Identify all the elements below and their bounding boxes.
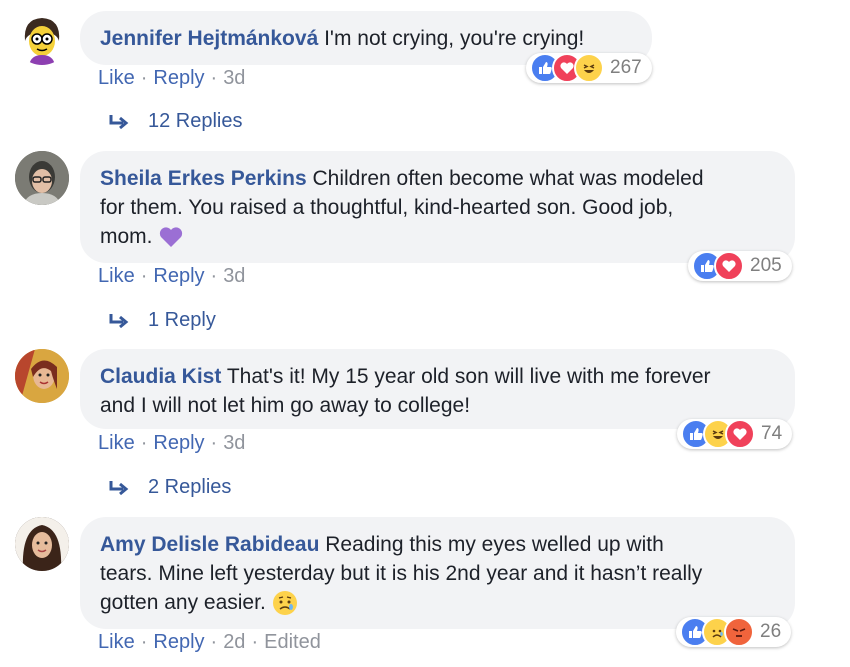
separator: · [210, 631, 218, 653]
reaction-count: 267 [610, 57, 642, 78]
reactions-summary[interactable]: 267 [526, 53, 652, 83]
author-name[interactable]: Jennifer Hejtmánková [100, 27, 318, 50]
author-name[interactable]: Amy Delisle Rabideau [100, 533, 319, 556]
comment-actions: Like · Reply · 2d · Edited [98, 631, 321, 654]
angry-icon [724, 617, 754, 647]
comment-text: Children often become what was modeled [312, 167, 704, 190]
reactions-summary[interactable]: 74 [677, 419, 793, 449]
replies-count-label[interactable]: 12 Replies [148, 110, 243, 133]
timestamp[interactable]: 2d [223, 631, 245, 653]
reactions-summary[interactable]: 26 [676, 617, 792, 647]
separator: · [210, 432, 218, 454]
edited-label[interactable]: Edited [264, 631, 321, 653]
like-button[interactable]: Like [98, 631, 135, 653]
separator: · [210, 67, 218, 89]
avatar[interactable] [15, 151, 69, 205]
view-replies-link[interactable]: 1 Reply [108, 309, 216, 332]
comment-text: and I will not let him go away to colleg… [100, 394, 471, 417]
comment-text: Reading this my eyes welled up with [325, 533, 664, 556]
avatar[interactable] [15, 349, 69, 403]
comment-text: gotten any easier. [100, 591, 266, 614]
avatar-cartoon-icon [15, 11, 69, 65]
reaction-count: 74 [761, 423, 783, 444]
like-button[interactable]: Like [98, 67, 135, 89]
separator: · [251, 631, 259, 653]
reply-button[interactable]: Reply [153, 432, 204, 454]
comment-bubble: Claudia Kist That's it! My 15 year old s… [80, 349, 795, 429]
sad-face-icon [272, 591, 297, 616]
reply-button[interactable]: Reply [153, 67, 204, 89]
haha-icon [574, 53, 604, 83]
like-button[interactable]: Like [98, 265, 135, 287]
avatar-photo-icon [15, 151, 69, 205]
comment-text: I'm not crying, you're crying! [324, 27, 585, 50]
comment-bubble: Amy Delisle Rabideau Reading this my eye… [80, 517, 795, 629]
comment-actions: Like · Reply · 3d [98, 265, 245, 288]
comment-text: tears. Mine left yesterday but it is his… [100, 562, 703, 585]
comment-bubble: Sheila Erkes Perkins Children often beco… [80, 151, 795, 263]
replies-count-label[interactable]: 2 Replies [148, 476, 231, 499]
reaction-count: 205 [750, 255, 782, 276]
author-name[interactable]: Sheila Erkes Perkins [100, 167, 307, 190]
avatar-photo-icon [15, 517, 69, 571]
separator: · [140, 67, 148, 89]
love-icon [714, 251, 744, 281]
view-replies-link[interactable]: 2 Replies [108, 476, 231, 499]
timestamp[interactable]: 3d [223, 265, 245, 287]
avatar[interactable] [15, 11, 69, 65]
reactions-summary[interactable]: 205 [688, 251, 792, 281]
author-name[interactable]: Claudia Kist [100, 365, 221, 388]
comment-text: mom. [100, 225, 153, 248]
comment-actions: Like · Reply · 3d [98, 432, 245, 455]
reaction-count: 26 [760, 621, 782, 642]
separator: · [140, 265, 148, 287]
comment-text: for them. You raised a thoughtful, kind-… [100, 196, 674, 219]
avatar-photo-icon [15, 349, 69, 403]
view-replies-link[interactable]: 12 Replies [108, 110, 243, 133]
replies-count-label[interactable]: 1 Reply [148, 309, 216, 332]
purple-heart-icon [160, 227, 183, 248]
timestamp[interactable]: 3d [223, 67, 245, 89]
reply-button[interactable]: Reply [153, 631, 204, 653]
separator: · [210, 265, 218, 287]
reply-button[interactable]: Reply [153, 265, 204, 287]
separator: · [140, 432, 148, 454]
separator: · [140, 631, 148, 653]
reply-arrow-icon [109, 114, 129, 129]
timestamp[interactable]: 3d [223, 432, 245, 454]
avatar[interactable] [15, 517, 69, 571]
love-icon [725, 419, 755, 449]
reply-arrow-icon [109, 480, 129, 495]
comment-actions: Like · Reply · 3d [98, 67, 245, 90]
like-button[interactable]: Like [98, 432, 135, 454]
comment-text: That's it! My 15 year old son will live … [226, 365, 711, 388]
reply-arrow-icon [109, 313, 129, 328]
